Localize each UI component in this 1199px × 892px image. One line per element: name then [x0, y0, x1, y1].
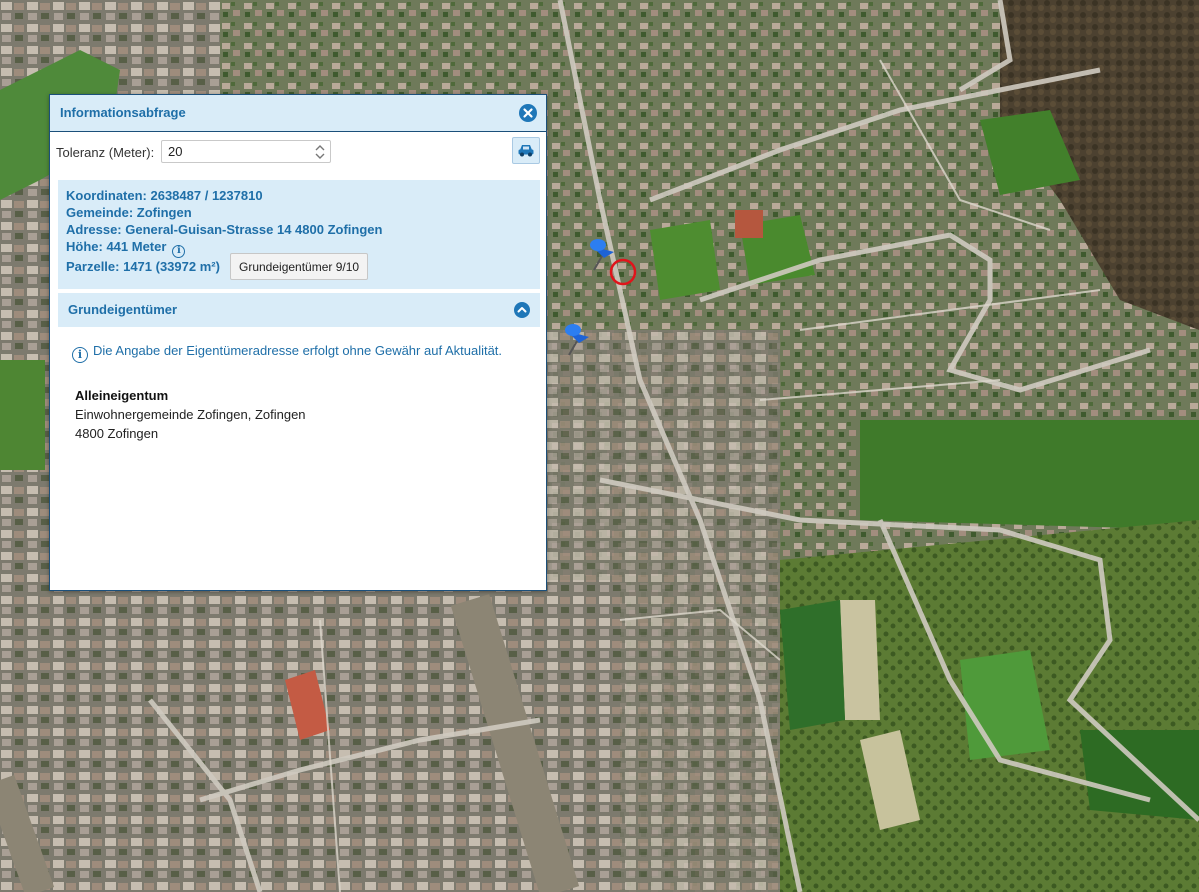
close-icon[interactable]: [519, 104, 537, 122]
owner-button[interactable]: Grundeigentümer 9/10: [230, 253, 369, 280]
coordinates-text: Koordinaten: 2638487 / 1237810: [66, 188, 263, 203]
notice-text: Die Angabe der Eigentümeradresse erfolgt…: [93, 343, 503, 358]
tolerance-row: Toleranz (Meter):: [56, 137, 540, 164]
info-query-panel: Informationsabfrage Toleranz (Meter): 20…: [49, 94, 547, 591]
chevron-up-icon[interactable]: [514, 302, 530, 318]
address-text: Adresse: General-Guisan-Strasse 14 4800 …: [66, 222, 383, 237]
info-icon: i: [72, 347, 88, 363]
coordinates-info-box: Koordinaten: 2638487 / 1237810 Gemeinde:…: [58, 180, 540, 289]
owner-notice: i Die Angabe der Eigentümeradresse erfolg…: [72, 343, 502, 363]
height-text: Höhe: 441 Meter: [66, 239, 167, 254]
owner-address: 4800 Zofingen: [75, 426, 159, 441]
panel-title: Informationsabfrage: [60, 105, 186, 120]
tolerance-label: Toleranz (Meter):: [56, 145, 155, 160]
car-icon[interactable]: [512, 137, 540, 164]
tolerance-stepper[interactable]: [314, 143, 326, 161]
tolerance-input[interactable]: [161, 140, 331, 163]
owner-section-header[interactable]: Grundeigentümer: [58, 293, 540, 327]
municipality-text: Gemeinde: Zofingen: [66, 205, 192, 220]
info-icon[interactable]: i: [172, 245, 186, 258]
owner-section-title: Grundeigentümer: [68, 302, 178, 317]
owner-name: Einwohnergemeinde Zofingen, Zofingen: [75, 407, 306, 422]
panel-header[interactable]: Informationsabfrage: [50, 95, 546, 132]
owner-details: Alleineigentum Einwohnergemeinde Zofinge…: [75, 386, 306, 443]
ownership-type: Alleineigentum: [75, 388, 169, 403]
